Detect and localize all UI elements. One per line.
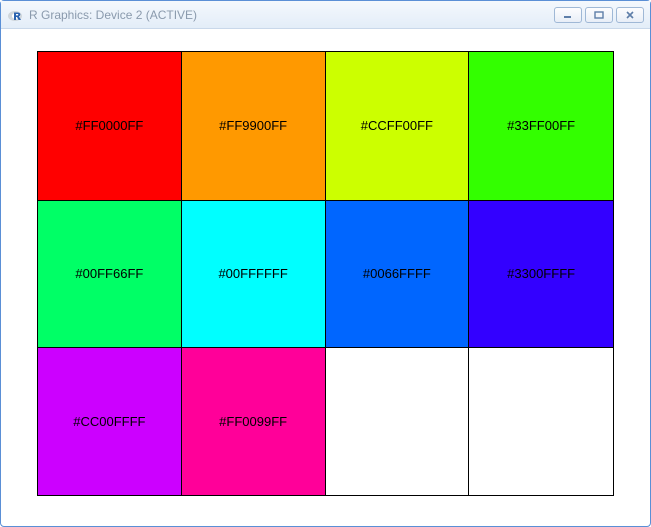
grid-cell: #CCFF00FF bbox=[326, 52, 470, 200]
grid-cell: #0066FFFF bbox=[326, 200, 470, 348]
r-logo-icon bbox=[7, 7, 23, 23]
titlebar[interactable]: R Graphics: Device 2 (ACTIVE) bbox=[1, 1, 650, 29]
grid-cell: #FF9900FF bbox=[182, 52, 326, 200]
grid-cell: #3300FFFF bbox=[469, 200, 613, 348]
grid-cell bbox=[326, 347, 470, 495]
grid-cell: #33FF00FF bbox=[469, 52, 613, 200]
grid-cell: #00FFFFFF bbox=[182, 200, 326, 348]
grid-cell: #CC00FFFF bbox=[38, 347, 182, 495]
app-window: R Graphics: Device 2 (ACTIVE) #FF0000FF … bbox=[0, 0, 651, 527]
close-button[interactable] bbox=[616, 7, 644, 23]
plot-client-area: #FF0000FF #FF9900FF #CCFF00FF #33FF00FF … bbox=[1, 29, 650, 526]
color-grid: #FF0000FF #FF9900FF #CCFF00FF #33FF00FF … bbox=[37, 51, 614, 496]
grid-cell bbox=[469, 347, 613, 495]
window-buttons bbox=[554, 7, 644, 23]
grid-cell: #00FF66FF bbox=[38, 200, 182, 348]
maximize-button[interactable] bbox=[585, 7, 613, 23]
minimize-button[interactable] bbox=[554, 7, 582, 23]
window-title: R Graphics: Device 2 (ACTIVE) bbox=[29, 8, 554, 22]
grid-cell: #FF0000FF bbox=[38, 52, 182, 200]
grid-cell: #FF0099FF bbox=[182, 347, 326, 495]
